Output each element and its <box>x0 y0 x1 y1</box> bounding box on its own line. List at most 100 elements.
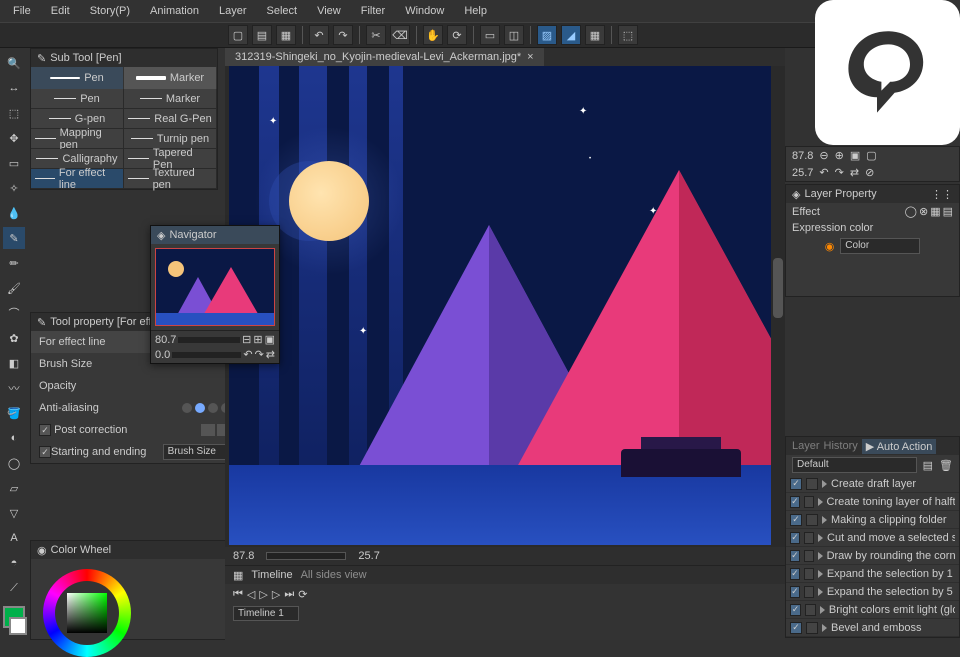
airbrush-tool-icon[interactable]: ⌒ <box>3 302 25 324</box>
decoration-tool-icon[interactable]: ✿ <box>3 327 25 349</box>
play-icon[interactable]: ▷ <box>259 588 267 601</box>
zoom-in-icon[interactable]: ⊞ <box>253 333 262 346</box>
hand-icon[interactable]: ✋ <box>423 25 443 45</box>
checkbox-icon[interactable]: ✓ <box>790 622 802 634</box>
action-item[interactable]: ✓Bevel and emboss <box>786 619 959 637</box>
menu-view[interactable]: View <box>308 2 350 20</box>
pencil-tool-icon[interactable]: ✏ <box>3 252 25 274</box>
eyedropper-tool-icon[interactable]: 💧 <box>3 202 25 224</box>
shrink-icon[interactable]: ◫ <box>504 25 524 45</box>
subtool-pen[interactable]: Pen <box>31 89 124 109</box>
clear-icon[interactable]: ⌫ <box>390 25 410 45</box>
checkbox-icon[interactable]: ✓ <box>39 424 51 436</box>
delete-preset-icon[interactable]: 🗑 <box>939 459 953 472</box>
expand-icon[interactable] <box>818 498 823 506</box>
menu-layer[interactable]: Layer <box>210 2 256 20</box>
rotate-right-icon[interactable]: ↷ <box>255 348 264 361</box>
redo-icon[interactable]: ↷ <box>333 25 353 45</box>
checkbox-icon[interactable]: ✓ <box>790 586 800 598</box>
fill-tool-icon[interactable]: 🪣 <box>3 402 25 424</box>
open-icon[interactable]: ▤ <box>252 25 272 45</box>
checkbox-icon[interactable]: ✓ <box>790 514 802 526</box>
timeline-track-dropdown[interactable]: Timeline 1 <box>233 606 299 621</box>
menu-file[interactable]: File <box>4 2 40 20</box>
subtool-tab-pen[interactable]: Pen <box>31 67 124 89</box>
background-color[interactable] <box>9 617 27 635</box>
subtool-header[interactable]: ✎Sub Tool [Pen] <box>31 49 217 67</box>
loop-icon[interactable]: ⟳ <box>298 588 307 601</box>
menu-select[interactable]: Select <box>258 2 307 20</box>
checkbox-icon[interactable]: ✓ <box>790 604 801 616</box>
rotate-icon[interactable]: ⟳ <box>447 25 467 45</box>
prop-antialias[interactable]: Anti-aliasing <box>31 397 239 419</box>
save-icon[interactable]: ▦ <box>276 25 296 45</box>
frame-tool-icon[interactable]: ▱ <box>3 477 25 499</box>
action-item[interactable]: ✓Cut and move a selected subject <box>786 529 959 547</box>
expand-icon[interactable] <box>818 588 823 596</box>
starting-dropdown[interactable]: Brush Size <box>163 444 231 460</box>
move-tool-icon[interactable]: ↔ <box>3 77 25 99</box>
brush-tool-icon[interactable]: 🖌 <box>3 277 25 299</box>
color-chip[interactable] <box>804 550 814 562</box>
subtool-mapping[interactable]: Mapping pen <box>31 129 124 149</box>
action-item[interactable]: ✓Bright colors emit light (glow) <box>786 601 959 619</box>
save-preset-icon[interactable]: ▤ <box>923 459 933 472</box>
document-tab[interactable]: 312319-Shingeki_no_Kyojin-medieval-Levi_… <box>225 48 544 66</box>
color-chip[interactable] <box>806 622 818 634</box>
expand-icon[interactable] <box>818 534 823 542</box>
wand-tool-icon[interactable]: ✧ <box>3 177 25 199</box>
play-end-icon[interactable]: ⏭ <box>284 588 294 601</box>
color-chip[interactable] <box>806 478 818 490</box>
expr-dropdown[interactable]: Color <box>840 238 920 254</box>
fit-icon[interactable]: ▣ <box>265 333 275 346</box>
play-start-icon[interactable]: ⏮ <box>233 588 243 601</box>
flip-h-icon[interactable]: ⇄ <box>850 166 859 179</box>
tone-effect-icon[interactable]: ⊗ <box>919 205 928 218</box>
zoom-tool-icon[interactable]: 🔍 <box>3 52 25 74</box>
gradient-tool-icon[interactable]: ◐ <box>3 427 25 449</box>
zoom-minus-icon[interactable]: ⊖ <box>819 149 828 162</box>
sv-square[interactable] <box>67 593 107 633</box>
tab-autoaction[interactable]: ▶ Auto Action <box>862 439 937 454</box>
action-item[interactable]: ✓Draw by rounding the corners of s <box>786 547 959 565</box>
pen-tool-icon[interactable]: ✎ <box>3 227 25 249</box>
subtool-textured[interactable]: Textured pen <box>124 169 217 189</box>
expand-icon[interactable] <box>822 516 827 524</box>
rot-left-icon[interactable]: ↶ <box>819 166 828 179</box>
tab-history[interactable]: History <box>824 440 858 452</box>
nav-rot-slider[interactable] <box>172 352 241 358</box>
expand-icon[interactable] <box>818 570 823 578</box>
new-doc-icon[interactable]: ▢ <box>228 25 248 45</box>
marquee-tool-icon[interactable]: ▭ <box>3 152 25 174</box>
timeline-header[interactable]: ▦TimelineAll sides view <box>225 566 785 584</box>
select-icon[interactable]: ▭ <box>480 25 500 45</box>
expand-icon[interactable] <box>820 606 825 614</box>
navigator-panel[interactable]: ◈Navigator 80.7⊟⊞▣ 0.0↶↷⇄ <box>150 225 280 364</box>
menu-help[interactable]: Help <box>455 2 496 20</box>
ruler-tool-icon[interactable]: ▽ <box>3 502 25 524</box>
balloon-tool-icon[interactable]: ◓ <box>3 552 25 574</box>
menu-animation[interactable]: Animation <box>141 2 208 20</box>
menu-window[interactable]: Window <box>396 2 453 20</box>
nav-zoom-slider[interactable] <box>178 337 240 343</box>
prop-post-correction[interactable]: ✓ Post correction <box>31 419 239 441</box>
snap-grid-icon[interactable]: ▦ <box>585 25 605 45</box>
rot-right-icon[interactable]: ↷ <box>835 166 844 179</box>
blend-tool-icon[interactable]: 〰 <box>3 377 25 399</box>
color-chip[interactable] <box>804 568 814 580</box>
subtool-effectline[interactable]: For effect line <box>31 169 124 189</box>
checkbox-icon[interactable]: ✓ <box>790 550 800 562</box>
action-item[interactable]: ✓Expand the selection by 1 px and <box>786 565 959 583</box>
zoom-slider[interactable] <box>266 552 346 560</box>
tab-layer[interactable]: Layer <box>792 440 820 452</box>
eraser-tool-icon[interactable]: ◧ <box>3 352 25 374</box>
snap-special-icon[interactable]: ◢ <box>561 25 581 45</box>
action-preset-dropdown[interactable]: Default <box>792 457 917 473</box>
checkbox-icon[interactable]: ✓ <box>790 568 800 580</box>
menu-filter[interactable]: Filter <box>352 2 394 20</box>
border-effect-icon[interactable]: ◯ <box>905 205 917 218</box>
layerprop-header[interactable]: ◈Layer Property⋮⋮ <box>786 185 959 203</box>
menu-story[interactable]: Story(P) <box>81 2 139 20</box>
checkbox-icon[interactable]: ✓ <box>790 478 802 490</box>
vertical-scrollbar[interactable] <box>771 66 785 545</box>
